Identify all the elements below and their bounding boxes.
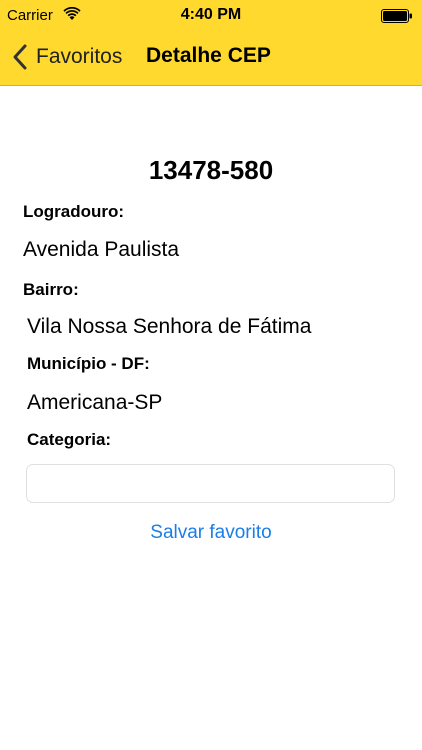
- municipio-label: Município - DF:: [27, 354, 150, 373]
- save-favorite-button[interactable]: Salvar favorito: [0, 522, 422, 544]
- logradouro-value: Avenida Paulista: [23, 238, 180, 261]
- cep-heading: 13478-580: [148, 155, 274, 185]
- bairro-label: Bairro:: [23, 280, 79, 299]
- municipio-value: Americana-SP: [27, 391, 163, 414]
- bairro-value: Vila Nossa Senhora de Fátima: [27, 315, 312, 338]
- navigation-bar: Favoritos Detalhe CEP: [0, 30, 422, 84]
- back-button[interactable]: Favoritos: [10, 42, 122, 72]
- top-bar: Carrier 4:40 PM Favoritos Detalhe CEP: [0, 0, 422, 86]
- chevron-left-icon: [13, 44, 27, 70]
- categoria-field[interactable]: [26, 464, 395, 504]
- logradouro-label: Logradouro:: [23, 202, 125, 221]
- battery-icon: [381, 9, 412, 23]
- status-bar: Carrier 4:40 PM: [0, 0, 422, 30]
- status-time: 4:40 PM: [180, 6, 242, 23]
- categoria-input[interactable]: [37, 465, 388, 504]
- page-title: Detalhe CEP: [146, 44, 271, 67]
- back-button-label: Favoritos: [36, 45, 123, 68]
- categoria-label: Categoria:: [27, 430, 112, 449]
